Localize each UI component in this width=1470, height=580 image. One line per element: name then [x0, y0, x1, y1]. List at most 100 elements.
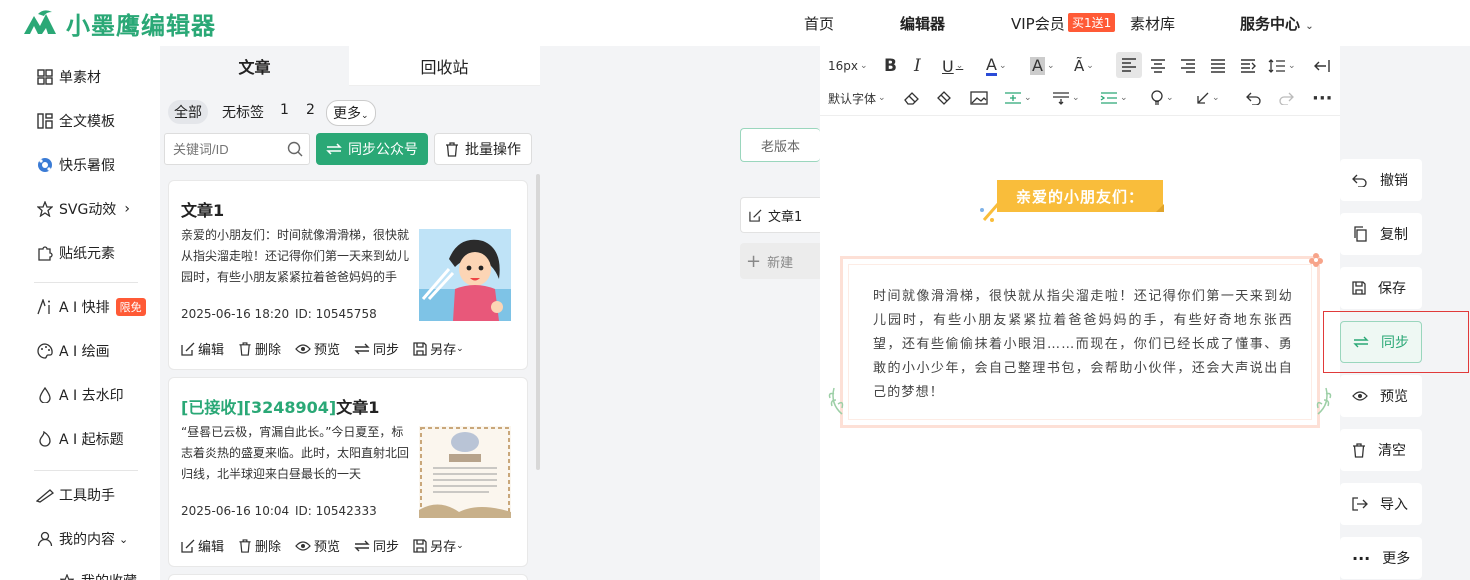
tab-articles[interactable]: 文章: [160, 46, 349, 86]
align-center-icon[interactable]: [1150, 54, 1166, 78]
save-as-button[interactable]: 另存 ⌄: [413, 536, 464, 555]
clear-action-button[interactable]: 清空: [1340, 429, 1422, 471]
letter-spacing-icon[interactable]: ⌄: [1100, 86, 1128, 110]
underline-icon[interactable]: U ⌄: [942, 54, 963, 78]
eye-icon: [1352, 391, 1368, 401]
delete-button[interactable]: 删除: [238, 339, 281, 358]
indent-icon[interactable]: [1240, 54, 1256, 78]
redo-icon[interactable]: [1278, 86, 1294, 110]
template-icon: [36, 112, 54, 130]
search-input[interactable]: [165, 134, 275, 164]
bulb-icon[interactable]: ⌄: [1150, 86, 1174, 110]
preview-action-button[interactable]: 预览: [1340, 375, 1422, 417]
article-card[interactable]: [已接收][3248904]文章1 “昼晷已云极，宵漏自此长。”今日夏至，标志着…: [168, 377, 528, 567]
sidebar-divider: [34, 470, 138, 471]
sidebar-item-my-content[interactable]: 我的内容 ⌄: [36, 528, 128, 550]
sidebar-item-single-material[interactable]: 单素材: [36, 66, 101, 88]
article-body-text[interactable]: 时间就像滑滑梯，很快就从指尖溜走啦！还记得你们第一天来到幼儿园时，有些小朋友紧紧…: [873, 285, 1293, 405]
filter-all[interactable]: 全部: [168, 100, 208, 124]
more-icon[interactable]: ···: [1312, 86, 1333, 110]
collapse-toolbar-icon[interactable]: [1314, 54, 1330, 78]
tab-recycle-bin[interactable]: 回收站: [349, 46, 540, 86]
logo[interactable]: 小墨鹰编辑器: [22, 6, 216, 40]
article-heading[interactable]: 亲爱的小朋友们：: [997, 180, 1163, 212]
image-icon[interactable]: [970, 86, 988, 110]
font-family-select[interactable]: 默认字体 ⌄: [828, 86, 886, 110]
article-body-frame[interactable]: 时间就像滑滑梯，很快就从指尖溜走啦！还记得你们第一天来到幼儿园时，有些小朋友紧紧…: [840, 256, 1320, 428]
puzzle-icon: [36, 244, 54, 262]
save-as-button[interactable]: 另存 ⌄: [413, 339, 464, 358]
nav-materials[interactable]: 素材库: [1130, 13, 1175, 34]
sync-label: 同步: [373, 343, 400, 358]
preview-label: 预览: [1380, 389, 1408, 405]
chevron-down-icon: ⌄: [456, 540, 464, 551]
sync-wechat-button[interactable]: 同步公众号: [316, 133, 428, 165]
clear-label: 清空: [1378, 443, 1406, 459]
filter-untagged[interactable]: 无标签: [216, 100, 270, 124]
search-icon[interactable]: [287, 141, 303, 157]
sidebar-item-template[interactable]: 全文模板: [36, 110, 115, 132]
document-name: 文章1: [768, 209, 803, 225]
article-excerpt: “昼晷已云极，宵漏自此长。”今日夏至，标志着炎热的盛夏来临。此时，太阳直射北回归…: [181, 425, 410, 481]
sidebar-item-svg[interactable]: SVG动效 ›: [36, 198, 130, 220]
line-height-icon[interactable]: ⌄: [1268, 54, 1296, 78]
preview-button[interactable]: 预览: [295, 536, 340, 555]
list-scrollbar[interactable]: [536, 174, 540, 470]
paragraph-spacing-bottom-icon[interactable]: ⌄: [1052, 86, 1080, 110]
bold-icon[interactable]: B: [884, 54, 897, 78]
align-justify-icon[interactable]: [1210, 54, 1226, 78]
article-actions: 编辑 删除 预览 同步 另存 ⌄: [181, 339, 478, 358]
more-action-button[interactable]: ··· 更多: [1340, 537, 1422, 579]
nav-vip[interactable]: VIP会员: [1011, 13, 1065, 34]
text-effect-icon[interactable]: Ã ⌄: [1074, 54, 1094, 78]
import-icon: [1352, 497, 1368, 511]
sidebar-item-favorites[interactable]: 我的收藏: [58, 570, 137, 580]
sync-button[interactable]: 同步: [354, 536, 399, 555]
filter-tag-2[interactable]: 2: [300, 100, 321, 120]
preview-button[interactable]: 预览: [295, 339, 340, 358]
sidebar-item-ai-title[interactable]: A I 起标题: [36, 428, 124, 450]
arrow-icon[interactable]: ⌄: [1196, 86, 1220, 110]
paragraph-spacing-top-icon[interactable]: ⌄: [1004, 86, 1032, 110]
nav-editor[interactable]: 编辑器: [900, 13, 945, 34]
save-action-button[interactable]: 保存: [1340, 267, 1422, 309]
article-card[interactable]: 文章1 亲爱的小朋友们：时间就像滑滑梯，很快就从指尖溜走啦！还记得你们第一天来到…: [168, 180, 528, 370]
new-document-button[interactable]: + 新建: [740, 243, 820, 279]
preview-label: 预览: [314, 343, 341, 358]
import-action-button[interactable]: 导入: [1340, 483, 1422, 525]
flower-decoration-icon: [1308, 252, 1324, 268]
highlight-color-icon[interactable]: A ⌄: [1030, 54, 1055, 78]
nav-home[interactable]: 首页: [804, 13, 834, 34]
font-size-select[interactable]: 16px ⌄: [828, 54, 868, 78]
sidebar-item-summer[interactable]: 快乐暑假: [36, 154, 115, 176]
chevron-down-icon: ⌄: [456, 343, 464, 354]
edit-button[interactable]: 编辑: [181, 536, 224, 555]
sidebar-item-tools[interactable]: 工具助手: [36, 484, 115, 506]
font-color-icon[interactable]: A ⌄: [986, 54, 1007, 78]
sidebar-item-label: SVG动效: [59, 202, 117, 218]
sidebar-item-ai-layout[interactable]: A I 快排 限免: [36, 296, 146, 318]
eraser-icon[interactable]: [904, 86, 920, 110]
nav-service-center[interactable]: 服务中心 ⌄: [1240, 13, 1314, 34]
sidebar-item-ai-watermark[interactable]: A I 去水印: [36, 384, 124, 406]
edit-button[interactable]: 编辑: [181, 339, 224, 358]
italic-icon[interactable]: I: [914, 54, 921, 78]
delete-button[interactable]: 删除: [238, 536, 281, 555]
sidebar-item-label: 单素材: [59, 70, 101, 86]
batch-operation-button[interactable]: 批量操作: [434, 133, 532, 165]
align-right-icon[interactable]: [1180, 54, 1196, 78]
old-version-button[interactable]: 老版本: [740, 128, 820, 162]
sync-button[interactable]: 同步: [354, 339, 399, 358]
sidebar-item-stickers[interactable]: 贴纸元素: [36, 242, 115, 264]
sync-arrows-icon: [354, 540, 370, 551]
filter-more[interactable]: 更多⌄: [326, 100, 376, 126]
current-document-item[interactable]: 文章1: [740, 197, 820, 233]
copy-action-button[interactable]: 复制: [1340, 213, 1422, 255]
filter-tag-1[interactable]: 1: [274, 100, 295, 120]
sidebar-item-ai-paint[interactable]: A I 绘画: [36, 340, 110, 362]
undo-action-button[interactable]: 撤销: [1340, 159, 1422, 201]
format-painter-icon[interactable]: [936, 86, 952, 110]
undo-icon[interactable]: [1246, 86, 1262, 110]
align-left-icon[interactable]: [1116, 52, 1142, 78]
article-card[interactable]: [168, 574, 528, 580]
